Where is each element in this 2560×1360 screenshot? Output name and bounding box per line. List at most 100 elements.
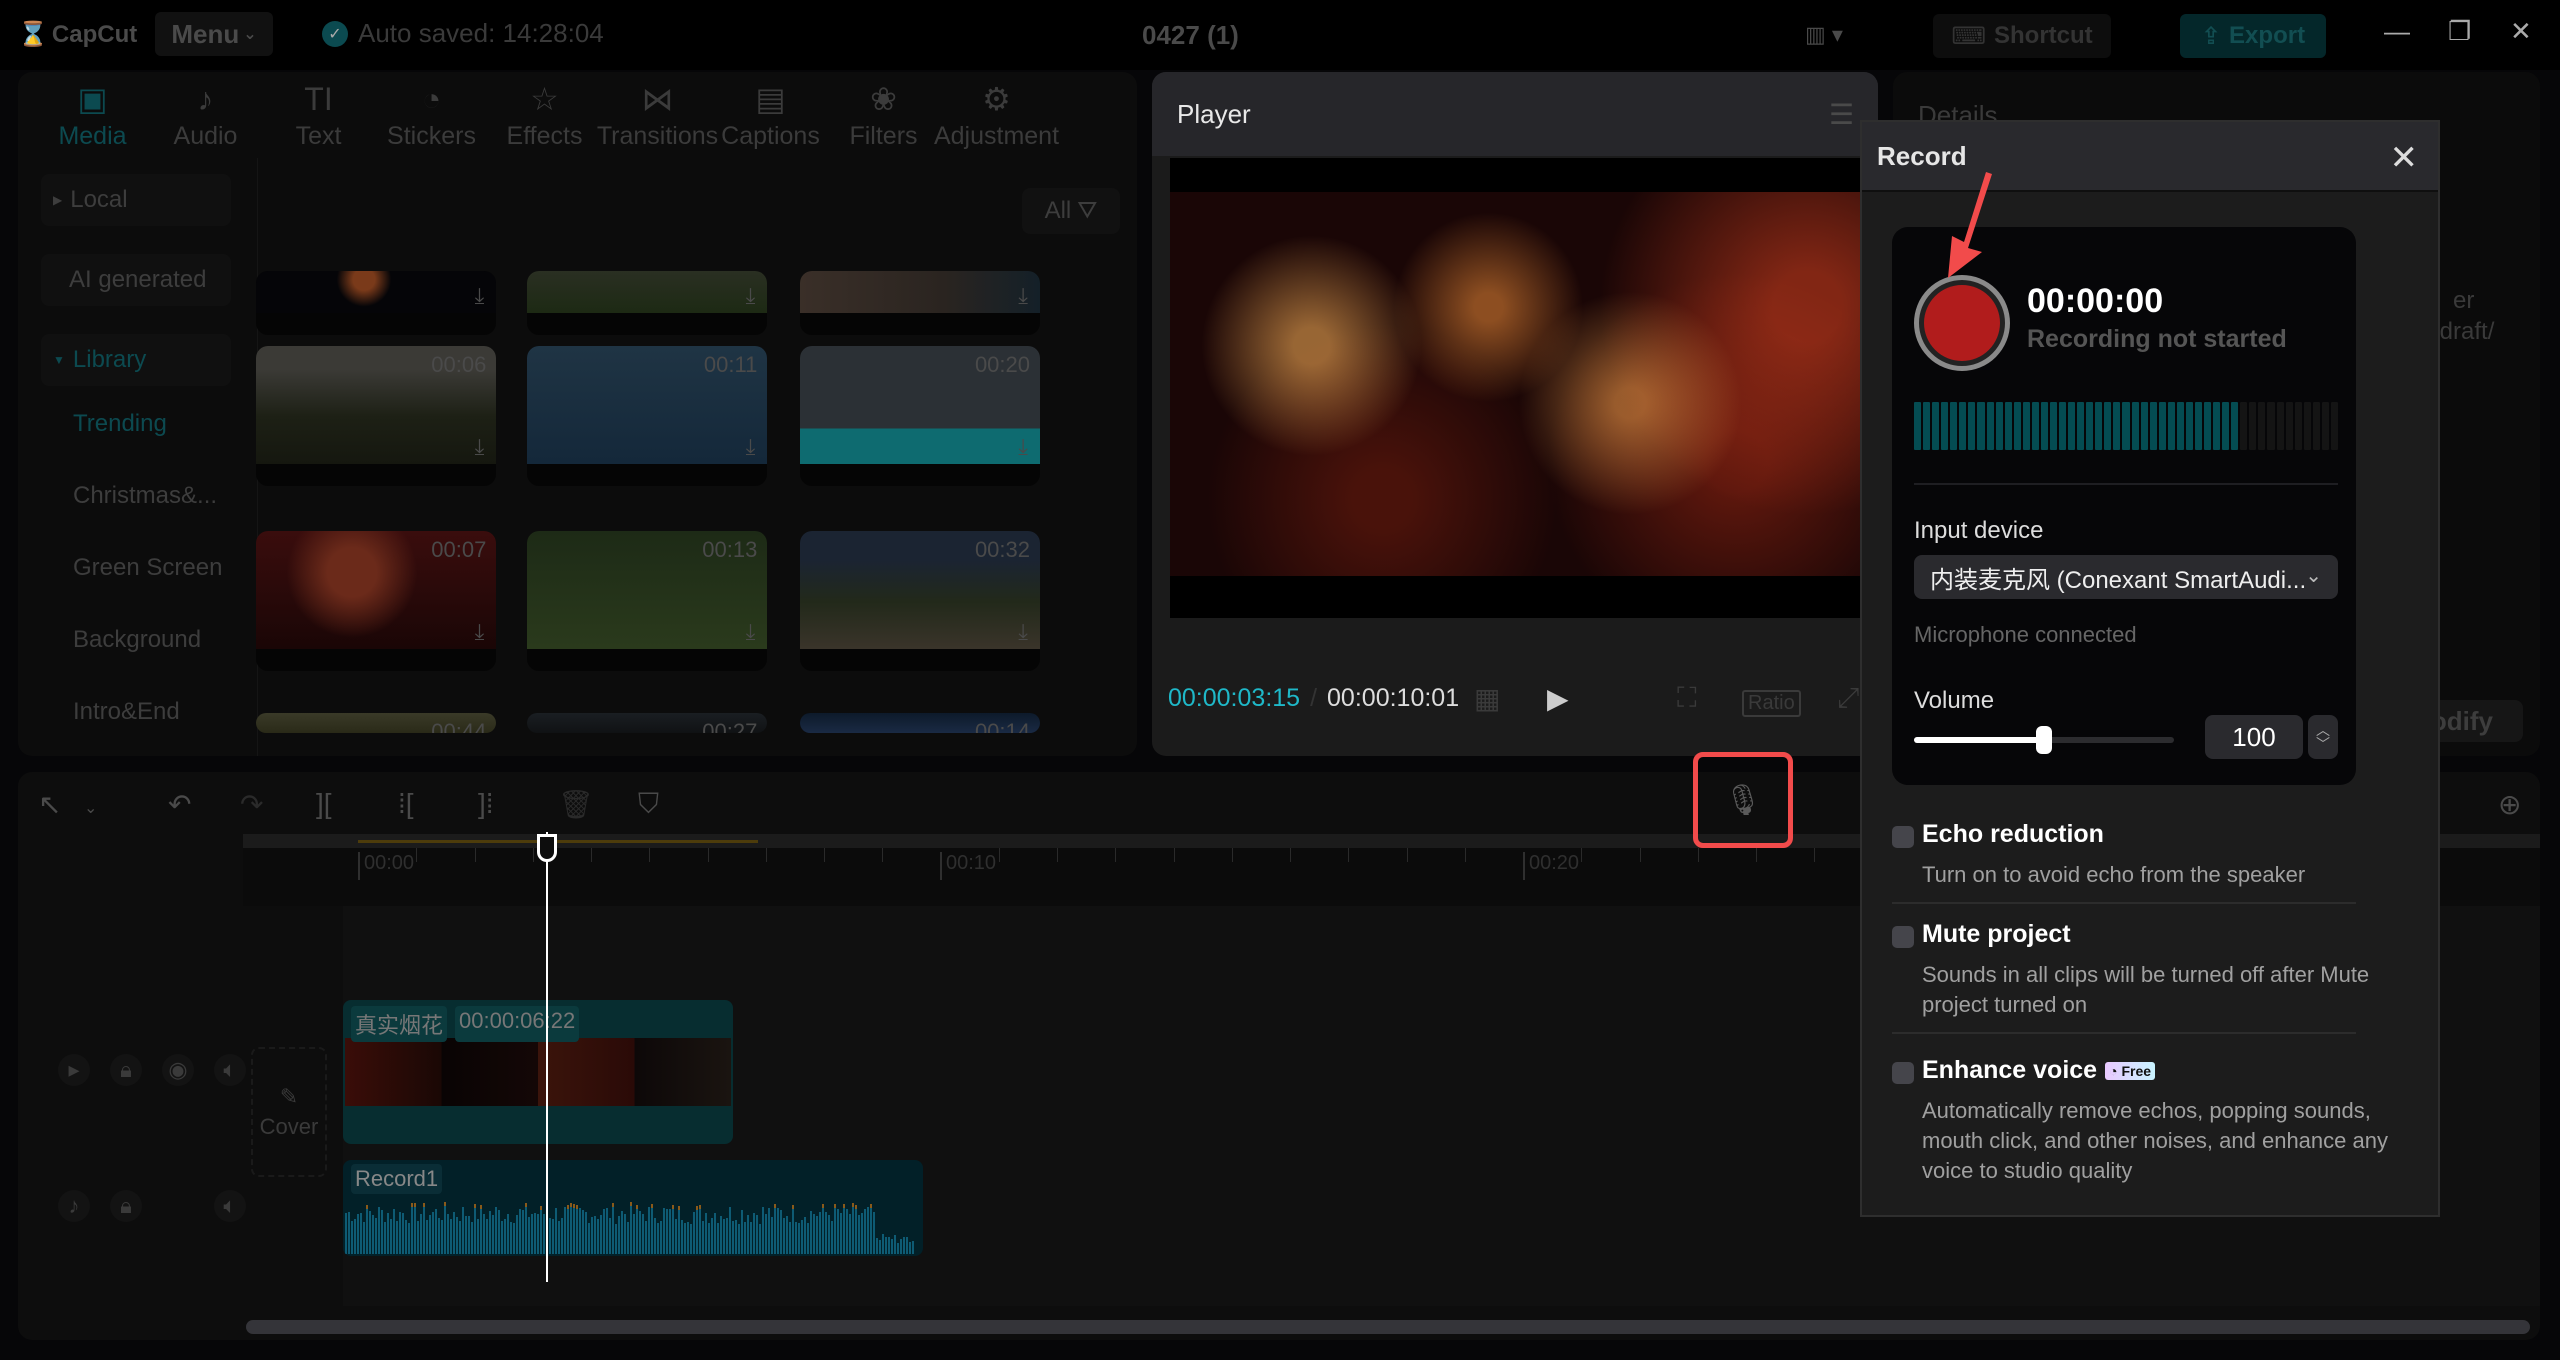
volume-icon[interactable]: 🔈︎ [214,1054,246,1086]
media-thumbnail[interactable]: ⤓ [527,271,768,336]
trim-right-icon[interactable]: ]⁞ [478,788,494,820]
waveform-bar [507,1214,509,1254]
waveform-bar [699,1205,701,1254]
sidebar-item-christmas[interactable]: Christmas&... [73,482,217,510]
timeline-scrollbar[interactable] [246,1320,2530,1334]
meter-bar [2122,402,2130,450]
tab-stickers[interactable]: ◔ Stickers [375,72,488,158]
volume-stepper[interactable]: ︿ ﹀ [2308,715,2338,759]
sidebar-item-local[interactable]: ▶ Local [41,174,231,226]
video-preview[interactable] [1170,158,1878,618]
marker-icon[interactable]: ⛉ [638,788,659,821]
download-icon[interactable]: ⤓ [1018,283,1028,309]
media-thumbnail[interactable]: 00:44 [256,713,497,734]
media-thumbnail[interactable]: 00:11 ⤓ [527,346,768,487]
redo-icon[interactable]: ↷ [240,788,263,821]
tab-captions[interactable]: ▤ Captions [714,72,827,158]
menu-button[interactable]: Menu ⌄ [155,12,273,56]
select-tool-icon[interactable]: ↖ [38,788,61,821]
volume-input[interactable]: 100 [2205,715,2303,759]
record-start-button[interactable] [1914,275,2010,371]
waveform-bar [372,1214,374,1254]
media-thumbnail[interactable]: 00:20 ⤓ [800,346,1040,487]
delete-icon[interactable]: 🗑 [558,788,594,821]
sidebar-item-library[interactable]: ▼ Library [41,334,231,386]
fireworks-frame [1170,192,1878,576]
media-thumbnail[interactable]: 00:07 ⤓ [256,530,497,671]
download-icon[interactable]: ⤓ [475,619,485,645]
download-icon[interactable]: ⤓ [1018,434,1028,460]
restore-icon[interactable]: ❐ [2448,16,2471,47]
playhead-handle[interactable] [537,834,557,862]
sidebar-item-intro-end[interactable]: Intro&End [73,698,180,726]
shortcut-button[interactable]: ⌨ Shortcut [1933,14,2111,58]
lock-icon[interactable]: 🔒︎ [110,1054,142,1086]
chevron-down-icon[interactable]: ⌄ [84,798,97,818]
sidebar-item-ai-generated[interactable]: AI generated [41,254,231,306]
checkbox[interactable] [1892,1062,1914,1084]
export-button[interactable]: ⇪ Export [2180,14,2326,58]
chevron-down-icon[interactable]: ﹀ [2316,737,2330,751]
media-thumbnail[interactable]: 00:27 [527,713,768,734]
minimize-icon[interactable]: — [2384,16,2410,47]
sidebar-item-green-screen[interactable]: Green Screen [73,554,222,582]
undo-icon[interactable]: ↶ [168,788,191,821]
play-button[interactable]: ▶ [1547,682,1569,715]
volume-icon[interactable]: 🔈︎ [214,1190,246,1222]
waveform-bar [414,1202,416,1254]
sidebar-item-background[interactable]: Background [73,626,201,654]
media-thumbnail[interactable]: 00:14 [800,713,1040,734]
filter-button[interactable]: All ⛛ [1022,188,1120,234]
video-clip[interactable]: 真实烟花 00:00:06:22 [343,1000,733,1144]
eye-icon[interactable]: ◉ [162,1054,194,1086]
close-window-icon[interactable]: ✕ [2510,16,2532,47]
download-icon[interactable]: ⤓ [1018,619,1028,645]
player-menu-icon[interactable]: ☰ [1829,98,1854,131]
volume-slider[interactable] [1914,726,2174,754]
playhead-line[interactable] [546,832,548,1282]
cover-button[interactable]: ✎ Cover [251,1047,327,1177]
ratio-button[interactable]: Ratio [1742,690,1801,717]
layout-icon[interactable]: ▥ ▾ [1805,22,1843,48]
checkbox[interactable] [1892,926,1914,948]
volume-slider-handle[interactable] [2036,726,2052,754]
tab-effects[interactable]: ☆ Effects [488,72,601,158]
record-voiceover-button[interactable]: 🎙︎ [1693,752,1793,848]
lock-icon[interactable]: 🔒︎ [110,1190,142,1222]
checkbox[interactable] [1892,826,1914,848]
media-thumbnail[interactable]: ⤓ [256,271,497,336]
media-thumbnail[interactable]: 00:06 ⤓ [256,346,497,487]
tab-audio[interactable]: ♪ Audio [149,72,262,158]
zoom-fit-icon[interactable]: ⛶ [1677,682,1697,715]
download-icon[interactable]: ⤓ [475,283,485,309]
tab-text[interactable]: TI Text [262,72,375,158]
waveform-bar [819,1212,821,1254]
fullscreen-icon[interactable]: ⤢ [1837,682,1859,715]
waveform-bar [486,1218,488,1254]
waveform-bar [540,1205,542,1254]
sidebar-item-trending[interactable]: Trending [73,410,167,438]
meter-bar [2249,402,2257,450]
tab-transitions[interactable]: ⋈ Transitions [597,72,718,158]
tab-filters[interactable]: ❀ Filters [827,72,940,158]
trim-left-icon[interactable]: ⁞[ [398,788,414,820]
download-icon[interactable]: ⤓ [746,434,756,460]
download-icon[interactable]: ⤓ [746,619,756,645]
meter-bar [2149,402,2157,450]
download-icon[interactable]: ⤓ [746,283,756,309]
input-device-select[interactable]: 内装麦克风 (Conexant SmartAudi... ⌄ [1914,555,2338,599]
media-thumbnail[interactable]: ⤓ [800,271,1040,336]
split-icon[interactable]: ][ [316,788,332,820]
tab-media[interactable]: ▣ Media [36,72,149,158]
audio-clip[interactable]: Record1 [343,1160,923,1256]
chevron-up-icon[interactable]: ︿ [2316,723,2330,737]
timeline-grid-icon[interactable]: ▦ [1474,682,1500,715]
waveform-bar [390,1218,392,1254]
download-icon[interactable]: ⤓ [475,434,485,460]
zoom-in-icon[interactable]: ⊕ [2498,788,2521,821]
close-icon[interactable]: ✕ [2390,138,2419,178]
meter-bar [1914,402,1922,450]
media-thumbnail[interactable]: 00:32 ⤓ [800,530,1040,671]
media-thumbnail[interactable]: 00:13 ⤓ [527,530,768,671]
tab-adjustment[interactable]: ⚙ Adjustment [934,72,1059,158]
